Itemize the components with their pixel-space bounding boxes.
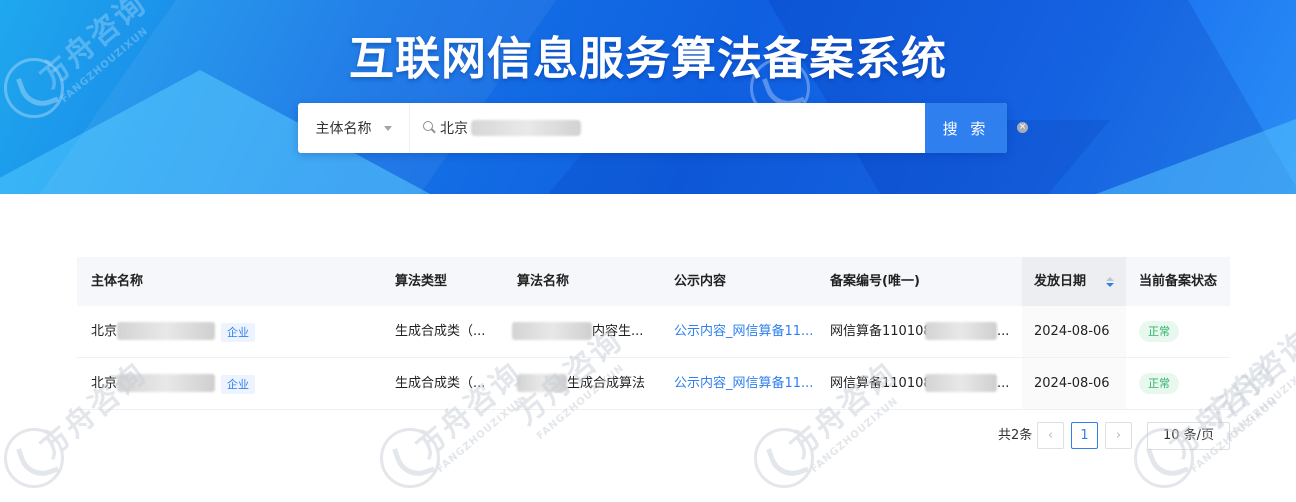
cell-entity: 北京 bbox=[91, 376, 118, 391]
table-row: 北京 企业 生成合成类（... 生成合成算法 公示内容_网信算备11... 网信… bbox=[77, 358, 1230, 410]
search-input-wrapper: × bbox=[410, 103, 1028, 153]
cell-record-no-ellipsis: ... bbox=[997, 324, 1010, 339]
column-header-date[interactable]: 发放日期 bbox=[1034, 257, 1086, 306]
column-header-entity: 主体名称 bbox=[91, 274, 144, 289]
status-badge: 正常 bbox=[1139, 373, 1179, 394]
entity-type-tag: 企业 bbox=[221, 323, 255, 342]
redacted-text bbox=[925, 322, 997, 340]
page-size-select[interactable]: 10 条/页 bbox=[1147, 422, 1230, 450]
cell-algo-type: 生成合成类（... bbox=[395, 324, 486, 339]
table-header: 主体名称 算法类型 算法名称 公示内容 备案编号(唯一) 发放日期 当前备案状态 bbox=[77, 257, 1230, 306]
cell-algo-name: 生成合成算法 bbox=[567, 376, 646, 391]
watermark-logo-icon bbox=[380, 428, 440, 488]
cell-record-no: 网信算备110108 bbox=[830, 324, 932, 339]
redacted-text bbox=[925, 374, 997, 392]
page-title: 互联网信息服务算法备案系统 bbox=[348, 32, 947, 85]
watermark-subtext: FANGZHOUZIXUN bbox=[1224, 362, 1296, 442]
sort-icon[interactable] bbox=[1105, 277, 1115, 289]
banner-decoration bbox=[1080, 110, 1296, 194]
redacted-text bbox=[517, 374, 567, 392]
table-row: 北京 企业 生成合成类（... 内容生... 公示内容_网信算备11... 网信… bbox=[77, 306, 1230, 358]
page-number-button[interactable]: 1 bbox=[1071, 422, 1098, 449]
cell-public-content-link[interactable]: 公示内容_网信算备11... bbox=[674, 306, 813, 357]
redacted-text bbox=[117, 322, 215, 340]
entity-type-tag: 企业 bbox=[221, 375, 255, 394]
watermark-logo-icon bbox=[4, 428, 64, 488]
column-header-status: 当前备案状态 bbox=[1139, 274, 1218, 289]
search-button[interactable]: 搜 索 bbox=[925, 103, 1007, 153]
redacted-text bbox=[512, 322, 592, 340]
clear-icon[interactable]: × bbox=[1017, 122, 1028, 133]
search-scope-select[interactable]: 主体名称 bbox=[298, 103, 410, 153]
chevron-left-icon[interactable]: ‹ bbox=[1037, 422, 1064, 449]
watermark-logo-icon bbox=[754, 428, 814, 488]
cell-algo-type: 生成合成类（... bbox=[395, 376, 486, 391]
header-banner: 互联网信息服务算法备案系统 主体名称 × 搜 索 bbox=[0, 0, 1296, 194]
pagination-total: 共2条 bbox=[998, 428, 1033, 443]
cell-entity: 北京 bbox=[91, 324, 118, 339]
search-scope-label: 主体名称 bbox=[315, 121, 372, 137]
search-bar: 主体名称 × 搜 索 bbox=[298, 103, 1028, 153]
redacted-text bbox=[471, 120, 581, 136]
cell-date: 2024-08-06 bbox=[1034, 324, 1110, 339]
cell-date: 2024-08-06 bbox=[1034, 376, 1110, 391]
column-header-algo-type: 算法类型 bbox=[395, 274, 448, 289]
cell-algo-name: 内容生... bbox=[592, 324, 644, 339]
cell-record-no-ellipsis: ... bbox=[997, 376, 1010, 391]
cell-public-content-link[interactable]: 公示内容_网信算备11... bbox=[674, 358, 813, 409]
chevron-right-icon[interactable]: › bbox=[1105, 422, 1132, 449]
search-icon bbox=[423, 121, 433, 131]
chevron-down-icon bbox=[383, 125, 392, 131]
column-header-record-no: 备案编号(唯一) bbox=[830, 274, 920, 289]
column-header-public: 公示内容 bbox=[674, 274, 727, 289]
redacted-text bbox=[117, 374, 215, 392]
column-header-algo-name: 算法名称 bbox=[517, 274, 570, 289]
status-badge: 正常 bbox=[1139, 321, 1179, 342]
cell-record-no: 网信算备110108 bbox=[830, 376, 932, 391]
results-table: 主体名称 算法类型 算法名称 公示内容 备案编号(唯一) 发放日期 当前备案状态… bbox=[77, 257, 1230, 410]
